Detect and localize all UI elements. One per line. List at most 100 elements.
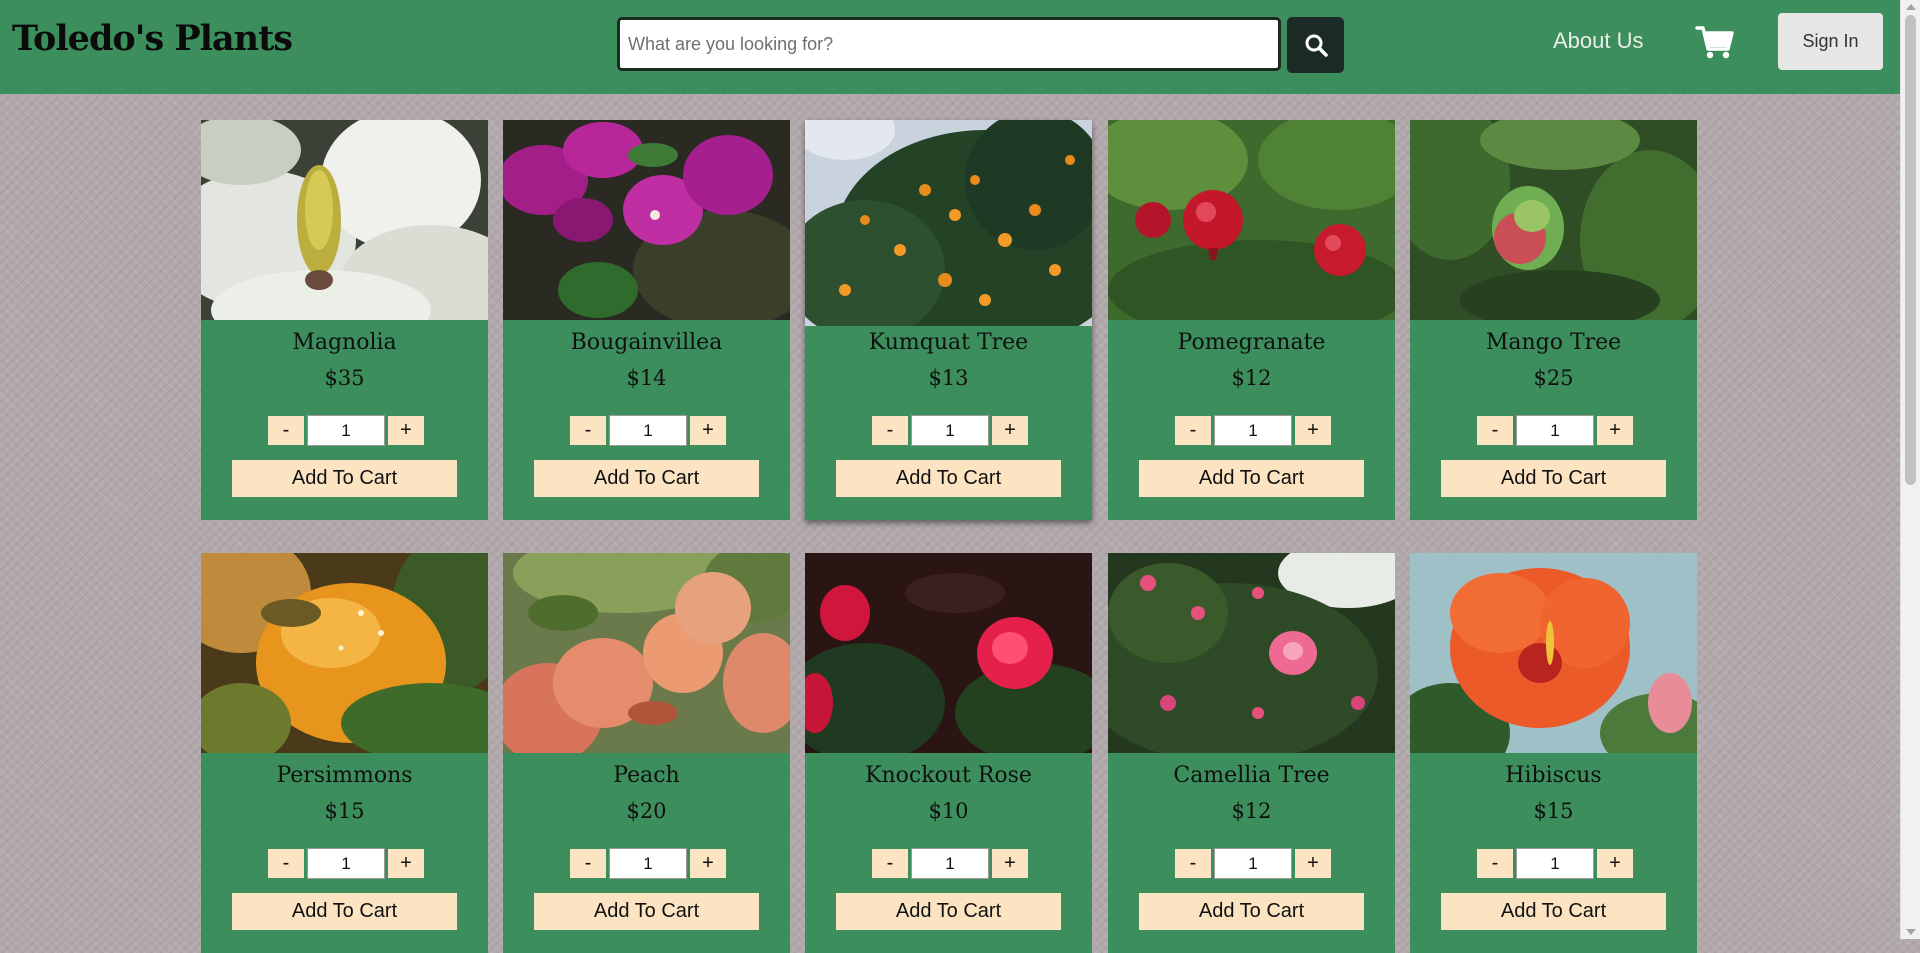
peach-photo[interactable] <box>503 553 790 753</box>
scroll-up-arrow-icon[interactable] <box>1906 4 1916 10</box>
product-name: Camellia Tree <box>1173 763 1330 788</box>
persimmon-photo[interactable] <box>201 553 488 753</box>
product-price: $12 <box>1231 366 1272 390</box>
increase-quantity-button[interactable]: + <box>991 848 1029 879</box>
increase-quantity-button[interactable]: + <box>1596 848 1634 879</box>
kumquat-photo[interactable] <box>805 120 1092 326</box>
product-name: Hibiscus <box>1505 763 1602 788</box>
product-card: Camellia Tree $12 - + Add To Cart <box>1108 553 1395 953</box>
quantity-stepper: - + <box>1476 848 1634 879</box>
quantity-stepper: - + <box>569 848 727 879</box>
cart-button[interactable] <box>1695 22 1735 62</box>
product-card: Bougainvillea $14 - + Add To Cart <box>503 120 790 520</box>
product-card: Peach $20 - + Add To Cart <box>503 553 790 953</box>
increase-quantity-button[interactable]: + <box>1596 415 1634 446</box>
quantity-stepper: - + <box>1476 415 1634 446</box>
quantity-input[interactable] <box>911 848 989 879</box>
product-name: Knockout Rose <box>865 763 1032 788</box>
quantity-stepper: - + <box>569 415 727 446</box>
increase-quantity-button[interactable]: + <box>689 415 727 446</box>
quantity-input[interactable] <box>1516 415 1594 446</box>
decrease-quantity-button[interactable]: - <box>1476 415 1514 446</box>
product-card: Kumquat Tree $13 - + Add To Cart <box>805 120 1092 520</box>
rose-photo[interactable] <box>805 553 1092 753</box>
product-name: Persimmons <box>276 763 413 788</box>
product-card: Magnolia $35 - + Add To Cart <box>201 120 488 520</box>
product-price: $12 <box>1231 799 1272 823</box>
quantity-stepper: - + <box>1174 848 1332 879</box>
decrease-quantity-button[interactable]: - <box>569 415 607 446</box>
about-us-link[interactable]: About Us <box>1553 28 1644 54</box>
brand-logo[interactable]: Toledo's Plants <box>12 18 293 59</box>
product-price: $25 <box>1533 366 1574 390</box>
pomegranate-photo[interactable] <box>1108 120 1395 320</box>
add-to-cart-button[interactable]: Add To Cart <box>232 893 457 930</box>
increase-quantity-button[interactable]: + <box>387 415 425 446</box>
camellia-photo[interactable] <box>1108 553 1395 753</box>
decrease-quantity-button[interactable]: - <box>1476 848 1514 879</box>
decrease-quantity-button[interactable]: - <box>1174 415 1212 446</box>
add-to-cart-button[interactable]: Add To Cart <box>1441 893 1666 930</box>
sign-in-button[interactable]: Sign In <box>1778 13 1883 70</box>
product-name: Bougainvillea <box>570 330 723 355</box>
product-name: Kumquat Tree <box>868 330 1029 355</box>
decrease-quantity-button[interactable]: - <box>569 848 607 879</box>
search-icon <box>1305 34 1328 57</box>
product-name: Peach <box>613 763 680 788</box>
quantity-stepper: - + <box>267 415 425 446</box>
decrease-quantity-button[interactable]: - <box>1174 848 1212 879</box>
product-name: Magnolia <box>292 330 397 355</box>
scroll-down-arrow-icon[interactable] <box>1906 929 1916 935</box>
product-price: $15 <box>324 799 365 823</box>
quantity-stepper: - + <box>871 848 1029 879</box>
quantity-input[interactable] <box>1214 848 1292 879</box>
decrease-quantity-button[interactable]: - <box>871 848 909 879</box>
increase-quantity-button[interactable]: + <box>689 848 727 879</box>
hibiscus-photo[interactable] <box>1410 553 1697 753</box>
quantity-input[interactable] <box>911 415 989 446</box>
shopping-cart-icon <box>1695 26 1734 59</box>
add-to-cart-button[interactable]: Add To Cart <box>534 460 759 497</box>
quantity-input[interactable] <box>1214 415 1292 446</box>
quantity-input[interactable] <box>307 848 385 879</box>
quantity-input[interactable] <box>307 415 385 446</box>
add-to-cart-button[interactable]: Add To Cart <box>836 460 1061 497</box>
add-to-cart-button[interactable]: Add To Cart <box>1441 460 1666 497</box>
bougainvillea-photo[interactable] <box>503 120 790 320</box>
product-card: Mango Tree $25 - + Add To Cart <box>1410 120 1697 520</box>
mango-photo[interactable] <box>1410 120 1697 320</box>
product-price: $10 <box>928 799 969 823</box>
scroll-thumb[interactable] <box>1905 15 1916 485</box>
add-to-cart-button[interactable]: Add To Cart <box>836 893 1061 930</box>
search-box <box>617 17 1281 71</box>
decrease-quantity-button[interactable]: - <box>267 415 305 446</box>
product-price: $13 <box>928 366 969 390</box>
navbar: Toledo's Plants About Us Sign In <box>0 0 1900 94</box>
increase-quantity-button[interactable]: + <box>1294 415 1332 446</box>
decrease-quantity-button[interactable]: - <box>871 415 909 446</box>
quantity-input[interactable] <box>609 415 687 446</box>
search-button[interactable] <box>1287 17 1344 73</box>
product-name: Pomegranate <box>1177 330 1326 355</box>
product-price: $35 <box>324 366 365 390</box>
product-card: Knockout Rose $10 - + Add To Cart <box>805 553 1092 953</box>
product-price: $14 <box>626 366 667 390</box>
magnolia-photo[interactable] <box>201 120 488 320</box>
search-input[interactable] <box>620 20 1278 68</box>
add-to-cart-button[interactable]: Add To Cart <box>534 893 759 930</box>
increase-quantity-button[interactable]: + <box>991 415 1029 446</box>
quantity-input[interactable] <box>1516 848 1594 879</box>
increase-quantity-button[interactable]: + <box>387 848 425 879</box>
add-to-cart-button[interactable]: Add To Cart <box>1139 460 1364 497</box>
product-card: Persimmons $15 - + Add To Cart <box>201 553 488 953</box>
add-to-cart-button[interactable]: Add To Cart <box>232 460 457 497</box>
product-price: $15 <box>1533 799 1574 823</box>
page-scrollbar[interactable] <box>1900 0 1920 939</box>
decrease-quantity-button[interactable]: - <box>267 848 305 879</box>
increase-quantity-button[interactable]: + <box>1294 848 1332 879</box>
quantity-input[interactable] <box>609 848 687 879</box>
product-card: Pomegranate $12 - + Add To Cart <box>1108 120 1395 520</box>
quantity-stepper: - + <box>1174 415 1332 446</box>
add-to-cart-button[interactable]: Add To Cart <box>1139 893 1364 930</box>
product-card: Hibiscus $15 - + Add To Cart <box>1410 553 1697 953</box>
